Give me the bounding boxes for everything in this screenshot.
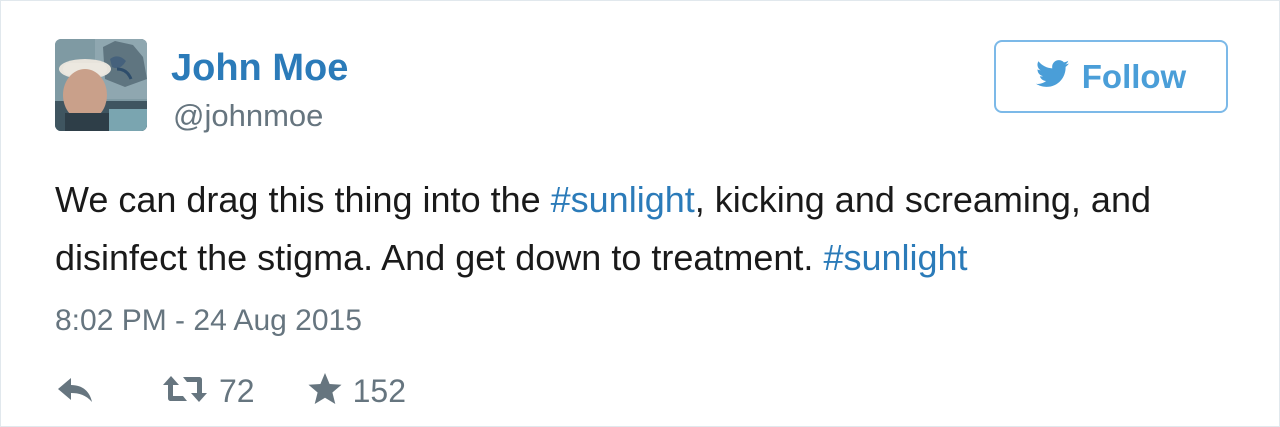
follow-button-label: Follow [1081,57,1187,95]
retweet-button[interactable]: 72 [161,373,255,410]
tweet-text-part: We can drag this thing into the [55,179,551,220]
star-icon [307,372,343,411]
hashtag-link[interactable]: #sunlight [551,179,695,220]
avatar[interactable] [55,39,147,131]
user-handle[interactable]: @johnmoe [173,97,323,135]
tweet-actions: 72 152 [55,369,406,413]
favorite-button[interactable]: 152 [307,372,406,411]
tweet-timestamp[interactable]: 8:02 PM - 24 Aug 2015 [55,303,362,339]
tweet-text: We can drag this thing into the #sunligh… [55,171,1245,287]
retweet-count: 72 [219,372,255,409]
twitter-bird-icon [1035,60,1070,93]
reply-icon [55,374,95,409]
follow-button[interactable]: Follow [994,40,1228,113]
favorite-count: 152 [352,372,406,409]
hashtag-link[interactable]: #sunlight [823,237,967,278]
avatar-photo [55,39,147,131]
reply-button[interactable] [55,374,95,409]
tweet-card: John Moe @johnmoe Follow We can drag thi… [0,0,1280,427]
user-name[interactable]: John Moe [171,46,348,90]
retweet-icon [161,374,209,409]
